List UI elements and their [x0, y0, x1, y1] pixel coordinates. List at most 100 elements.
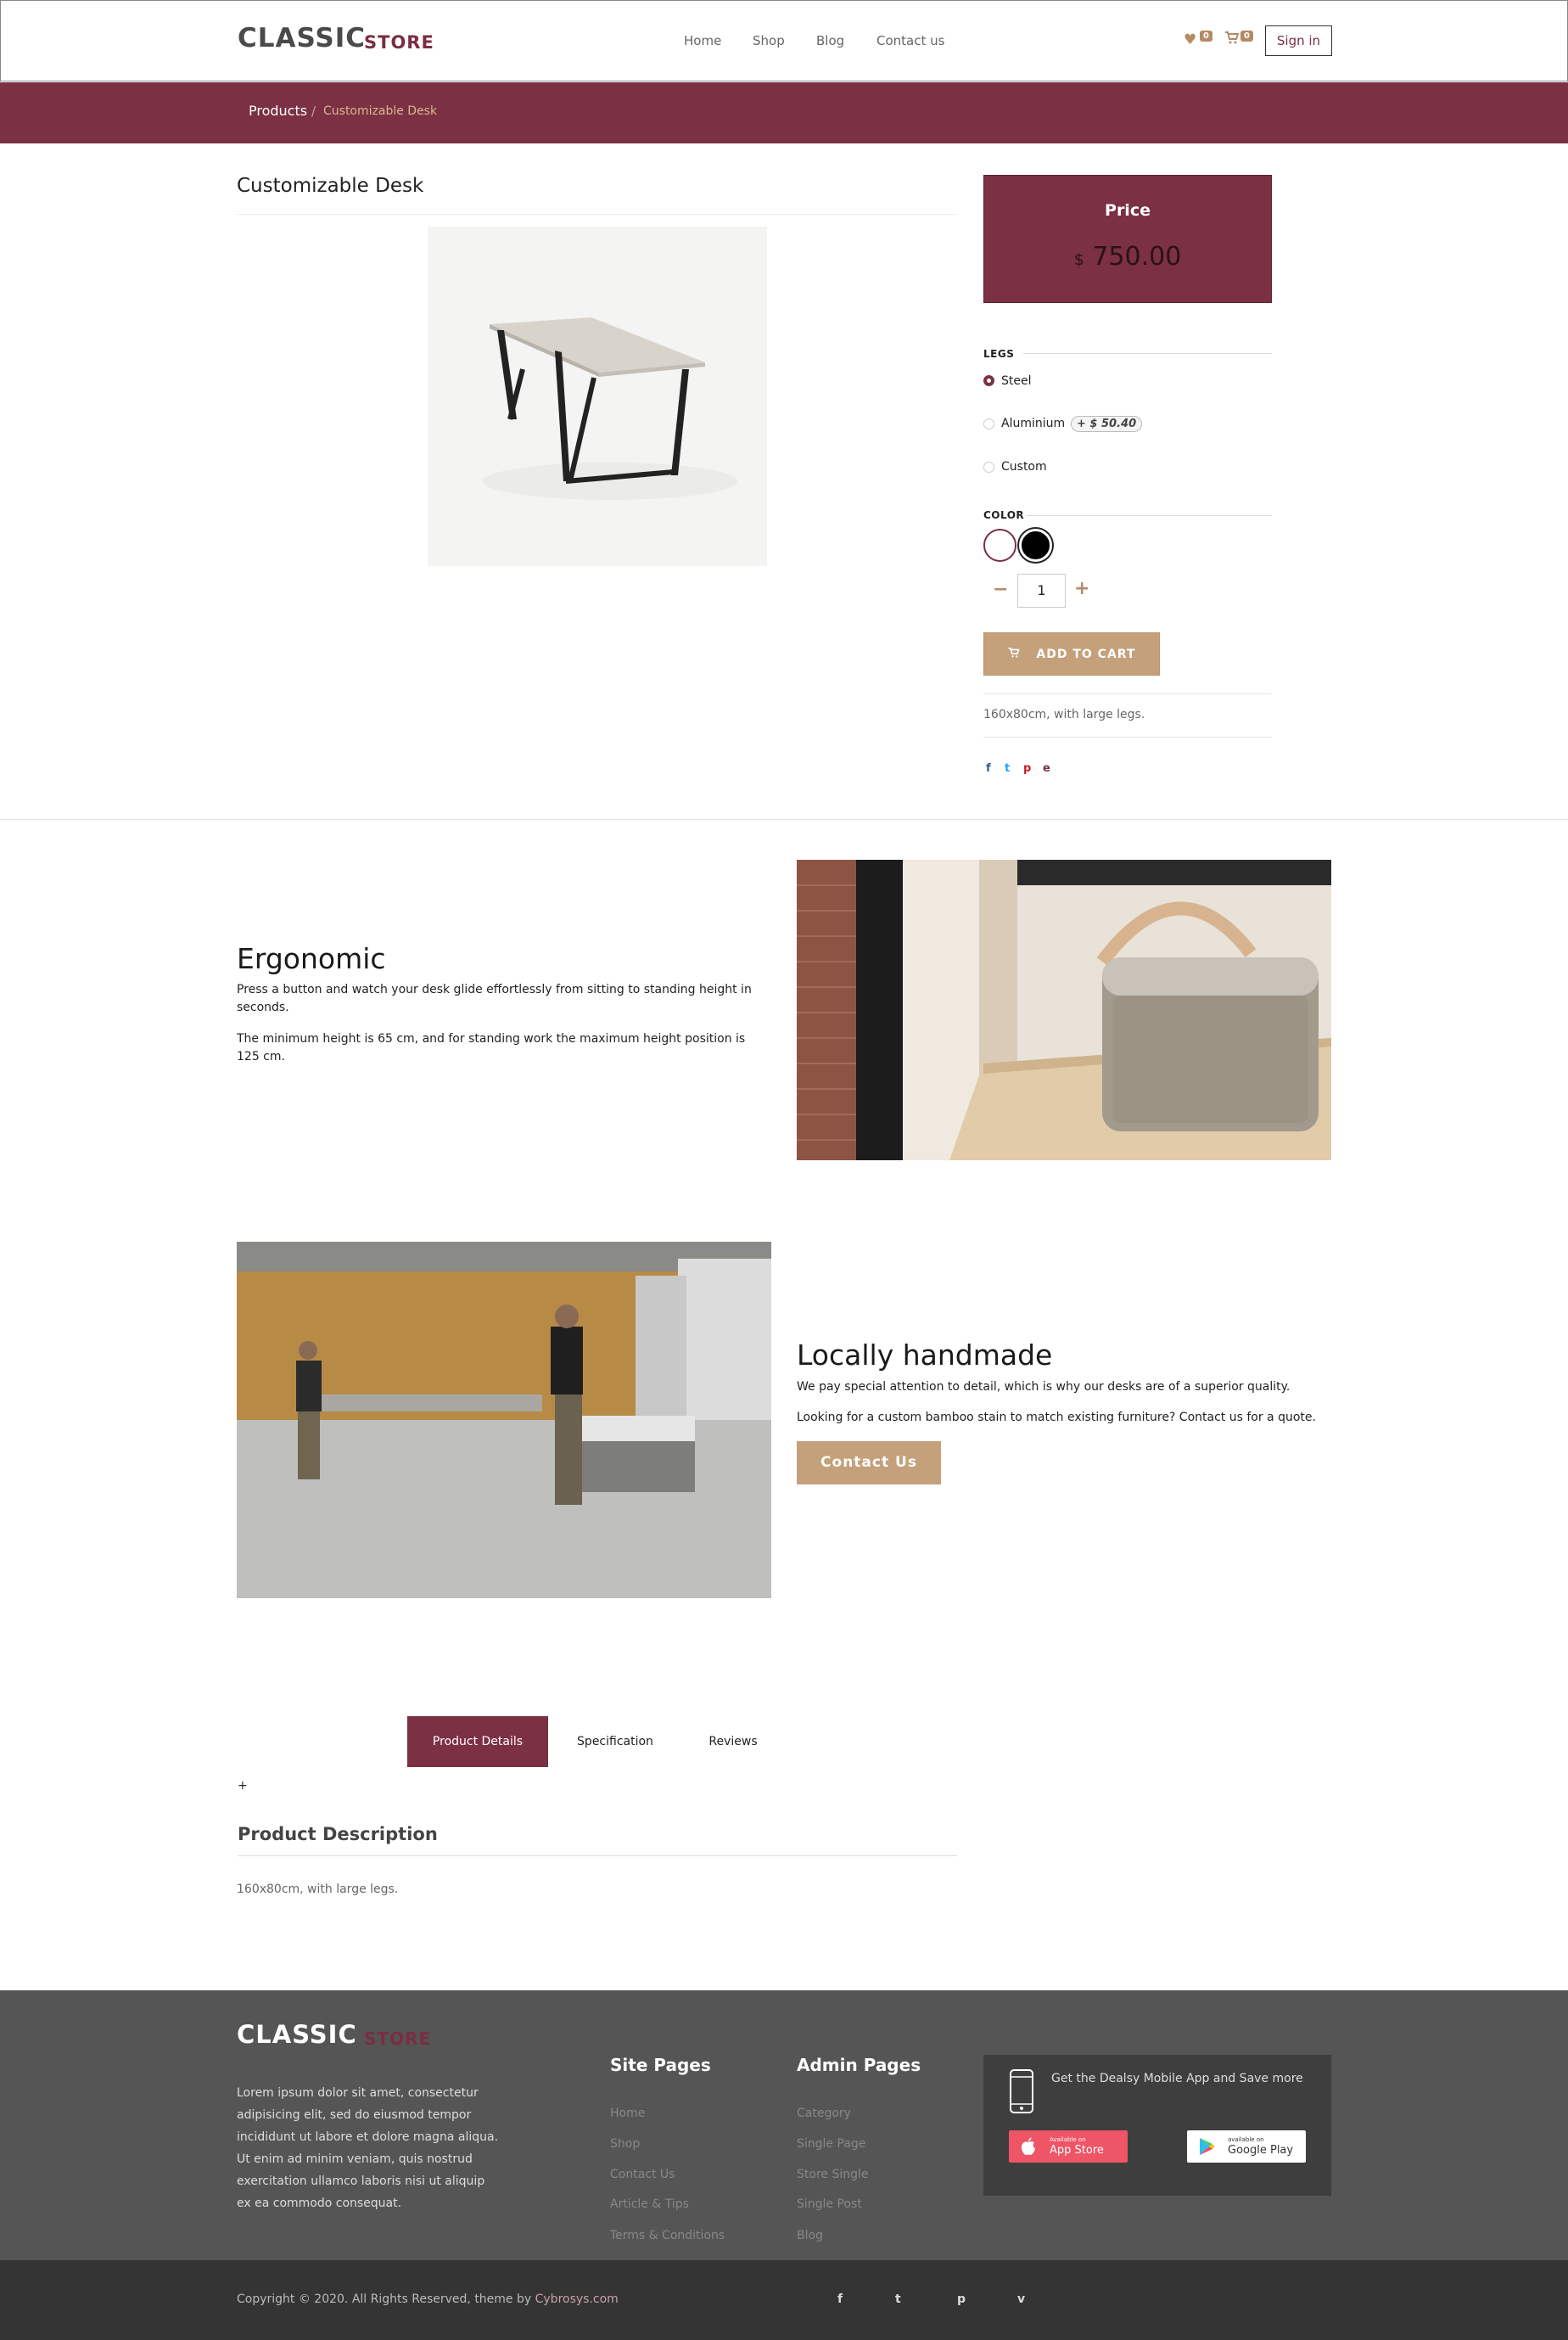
handmade-paragraph-2: Looking for a custom bamboo stain to mat…: [797, 1411, 1316, 1424]
cart-icon[interactable]: [1225, 31, 1240, 48]
legs-aluminium-radio[interactable]: [983, 418, 994, 429]
pinterest-share-icon[interactable]: p: [1023, 762, 1031, 775]
add-to-cart-label: ADD TO CART: [1036, 648, 1136, 661]
app-promo-text: Get the Dealsy Mobile App and Save more: [1051, 2072, 1303, 2085]
nav-shop[interactable]: Shop: [753, 33, 785, 48]
workshop-image: [237, 1242, 771, 1598]
quantity-increase-button[interactable]: +: [1074, 578, 1089, 599]
breadcrumb-separator: /: [311, 104, 316, 119]
add-to-cart-button[interactable]: ADD TO CART: [983, 632, 1160, 676]
footer-logo-text[interactable]: CLASSIC: [237, 2020, 357, 2049]
mobile-app-box: Get the Dealsy Mobile App and Save more …: [983, 2055, 1331, 2196]
twitter-icon[interactable]: t: [895, 2292, 901, 2306]
wishlist-count-badge: 0: [1200, 31, 1212, 42]
price-label: Price: [1105, 201, 1151, 220]
divider: [1023, 353, 1272, 354]
vimeo-icon[interactable]: v: [1017, 2292, 1025, 2306]
heart-icon[interactable]: ♥: [1184, 31, 1196, 48]
copyright-text: Copyright © 2020. All Rights Reserved, t…: [237, 2292, 619, 2306]
handmade-paragraph-1: We pay special attention to detail, whic…: [797, 1380, 1291, 1394]
price-value: $ 750.00: [984, 242, 1271, 272]
tab-specification[interactable]: Specification: [557, 1716, 674, 1767]
apple-icon: [1021, 2137, 1036, 2159]
google-play-label: Google Play: [1228, 2144, 1294, 2157]
footer-link-terms[interactable]: Terms & Conditions: [610, 2229, 725, 2242]
footer-link-articles[interactable]: Article & Tips: [610, 2197, 689, 2211]
email-share-icon[interactable]: e: [1043, 762, 1050, 775]
legs-custom-radio[interactable]: [983, 462, 994, 473]
handmade-heading: Locally handmade: [797, 1338, 1053, 1372]
speaker-image: [797, 860, 1331, 1160]
footer-about-text: Lorem ipsum dolor sit amet, consectetur …: [237, 2086, 499, 2210]
product-image[interactable]: [428, 227, 767, 566]
product-description-title: Product Description: [238, 1824, 438, 1844]
divider: [1027, 515, 1272, 516]
logo-text[interactable]: CLASSIC: [238, 23, 366, 53]
divider: [983, 693, 1272, 694]
google-play-small-text: available on: [1228, 2136, 1264, 2143]
pinterest-icon[interactable]: p: [957, 2292, 966, 2306]
tab-product-details[interactable]: Product Details: [407, 1716, 548, 1767]
legs-custom-label[interactable]: Custom: [1001, 460, 1047, 474]
footer-logo-store-text[interactable]: STORE: [364, 2029, 431, 2049]
nav-home[interactable]: Home: [684, 33, 721, 48]
facebook-icon[interactable]: f: [837, 2292, 843, 2306]
breadcrumb-products[interactable]: Products: [249, 103, 307, 119]
legs-attribute-label: LEGS: [983, 348, 1015, 360]
contact-us-button[interactable]: Contact Us: [797, 1441, 941, 1484]
legs-steel-radio[interactable]: [983, 375, 994, 386]
site-header: CLASSIC STORE Home Shop Blog Contact us …: [0, 0, 1568, 81]
facebook-share-icon[interactable]: f: [986, 762, 991, 775]
footer-link-store-single[interactable]: Store Single: [797, 2168, 869, 2181]
twitter-share-icon[interactable]: t: [1005, 762, 1010, 775]
copyright-prefix: Copyright © 2020. All Rights Reserved, t…: [237, 2292, 535, 2306]
price-extra-badge: + $ 50.40: [1071, 416, 1143, 432]
phone-icon: [1009, 2068, 1034, 2118]
divider: [238, 1855, 957, 1856]
quantity-decrease-button[interactable]: −: [993, 579, 1008, 600]
ergonomic-paragraph-1: Press a button and watch your desk glide…: [237, 983, 752, 1014]
breadcrumb-bar: Products / Customizable Desk: [0, 82, 1568, 143]
admin-pages-heading: Admin Pages: [797, 2055, 921, 2075]
footer-link-single-post[interactable]: Single Post: [797, 2197, 862, 2211]
cart-count-badge: 0: [1240, 31, 1253, 42]
site-footer: CLASSIC STORE Lorem ipsum dolor sit amet…: [0, 1990, 1568, 2260]
copyright-bar: Copyright © 2020. All Rights Reserved, t…: [0, 2260, 1568, 2340]
legs-steel-label[interactable]: Steel: [1001, 374, 1032, 388]
price-box: Price $ 750.00: [983, 175, 1272, 303]
color-attribute-label: COLOR: [983, 509, 1025, 521]
ergonomic-paragraph-2: The minimum height is 65 cm, and for sta…: [237, 1032, 746, 1063]
ergonomic-heading: Ergonomic: [237, 942, 386, 975]
logo-store-text[interactable]: STORE: [364, 32, 434, 53]
product-short-description: 160x80cm, with large legs.: [983, 708, 1145, 721]
breadcrumb-current: Customizable Desk: [323, 104, 438, 118]
expand-plus[interactable]: +: [238, 1779, 248, 1793]
legs-aluminium-label[interactable]: Aluminium: [1001, 417, 1065, 430]
footer-link-home[interactable]: Home: [610, 2107, 645, 2120]
site-pages-heading: Site Pages: [610, 2055, 711, 2075]
cart-icon: [1008, 648, 1025, 661]
app-store-small-text: Available on: [1050, 2136, 1086, 2143]
sign-in-button[interactable]: Sign in: [1265, 25, 1332, 56]
color-swatch-white[interactable]: [983, 529, 1016, 562]
tab-reviews[interactable]: Reviews: [679, 1716, 787, 1767]
footer-link-single-page[interactable]: Single Page: [797, 2137, 865, 2151]
nav-blog[interactable]: Blog: [816, 33, 844, 48]
footer-link-blog[interactable]: Blog: [797, 2229, 823, 2242]
google-play-button[interactable]: available on Google Play: [1187, 2130, 1306, 2163]
divider: [0, 819, 1568, 820]
currency-symbol: $: [1073, 250, 1084, 269]
color-swatch-black[interactable]: [1019, 529, 1052, 562]
footer-link-shop[interactable]: Shop: [610, 2137, 640, 2151]
product-title: Customizable Desk: [237, 175, 424, 197]
nav-contact[interactable]: Contact us: [876, 33, 944, 48]
divider: [237, 214, 957, 215]
divider: [983, 737, 1272, 738]
quantity-input[interactable]: 1: [1017, 574, 1066, 608]
footer-link-category[interactable]: Category: [797, 2107, 851, 2120]
footer-link-contact[interactable]: Contact Us: [610, 2168, 675, 2181]
app-store-button[interactable]: Available on App Store: [1009, 2130, 1128, 2163]
cybrosys-link[interactable]: Cybrosys.com: [535, 2292, 619, 2306]
app-store-label: App Store: [1050, 2144, 1104, 2157]
price-amount: 750.00: [1092, 242, 1182, 272]
